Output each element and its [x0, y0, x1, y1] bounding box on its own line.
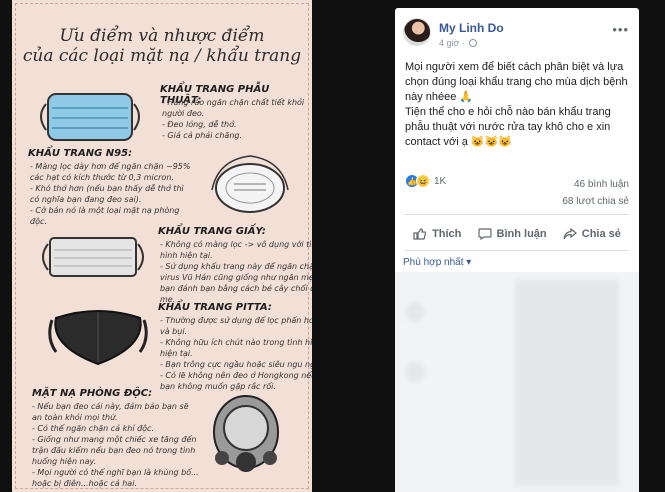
comment-avatar-placeholder: [405, 362, 425, 382]
surgical-mask-illustration: [40, 93, 140, 141]
post-text: Mọi người xem để biết cách phân biệt và …: [405, 60, 631, 150]
section-body-surgical: - Hàng rào ngăn chặn chất tiết khỏi ngườ…: [162, 98, 305, 140]
author-name[interactable]: My Linh Do: [439, 21, 504, 35]
like-button-label: Thích: [432, 228, 462, 240]
pitta-mask-illustration: [48, 310, 148, 366]
comment-sort-dropdown[interactable]: Phù hợp nhất ▾: [403, 257, 471, 268]
section-heading-pitta: KHẨU TRANG PITTA:: [158, 302, 272, 313]
comment-avatar-placeholder: [405, 302, 425, 322]
post-photo[interactable]: Ưu điểm và nhược điểm của các loại mặt n…: [12, 0, 312, 492]
post-stats: 46 bình luận 68 lượt chia sẻ: [562, 176, 629, 210]
comment-button-label: Bình luận: [496, 228, 547, 240]
divider: [405, 250, 629, 251]
n95-mask-illustration: [211, 155, 289, 213]
share-button-label: Chia sẻ: [581, 228, 621, 240]
globe-icon: [469, 39, 478, 47]
infographic-title-line1: Ưu điểm và nhược điểm: [59, 26, 265, 46]
haha-reaction-icon: 😆: [416, 174, 430, 188]
section-body-paper: - Không có màng lọc -> vô dụng với tình …: [160, 240, 312, 304]
more-options-icon[interactable]: •••: [612, 22, 629, 37]
section-body-gasmask: - Nếu bạn đeo cái này, đảm bảo bạn sẽ an…: [32, 402, 199, 488]
speech-bubble-icon: [477, 228, 492, 240]
comment-placeholder: [515, 280, 619, 486]
paper-mask-illustration: [42, 237, 144, 277]
post-text-p2: Tiện thể cho e hỏi chỗ nào bán khẩu tran…: [405, 106, 611, 148]
section-body-pitta: - Thường được sử dụng để lọc phấn hoa và…: [160, 316, 312, 391]
thumbs-up-icon: [413, 228, 427, 240]
section-heading-gasmask: MẶT NẠ PHÒNG ĐỘC:: [32, 388, 153, 399]
post-actions: Thích Bình luận Chia sẻ: [405, 220, 629, 248]
comments-count[interactable]: 46 bình luận: [562, 176, 629, 193]
section-body-n95: - Màng lọc dày hơn để ngăn chặn ~95% các…: [30, 162, 191, 226]
share-arrow-icon: [563, 228, 577, 240]
post-panel: My Linh Do 4 giờ · ••• Mọi người xem để …: [395, 8, 639, 492]
post-text-p1: Mọi người xem để biết cách phân biệt và …: [405, 61, 628, 103]
shares-count[interactable]: 68 lượt chia sẻ: [562, 193, 629, 210]
divider: [405, 214, 629, 215]
infographic-title-line2: của các loại mặt nạ / khẩu trang: [22, 46, 302, 66]
gas-mask-illustration: [213, 395, 279, 472]
comments-area: [395, 272, 639, 492]
post-time[interactable]: 4 giờ: [439, 38, 459, 48]
post-meta: 4 giờ ·: [439, 38, 478, 48]
reactions-summary[interactable]: 👍 😆 1K: [405, 172, 446, 190]
avatar[interactable]: [403, 18, 431, 46]
like-button[interactable]: Thích: [413, 228, 461, 240]
section-heading-paper: KHẨU TRANG GIẤY:: [158, 226, 266, 237]
section-heading-n95: KHẨU TRANG N95:: [28, 148, 133, 159]
reactions-count: 1K: [434, 175, 447, 187]
comment-button[interactable]: Bình luận: [477, 228, 547, 240]
share-button[interactable]: Chia sẻ: [563, 228, 621, 240]
app-frame: Ưu điểm và nhược điểm của các loại mặt n…: [0, 0, 665, 492]
